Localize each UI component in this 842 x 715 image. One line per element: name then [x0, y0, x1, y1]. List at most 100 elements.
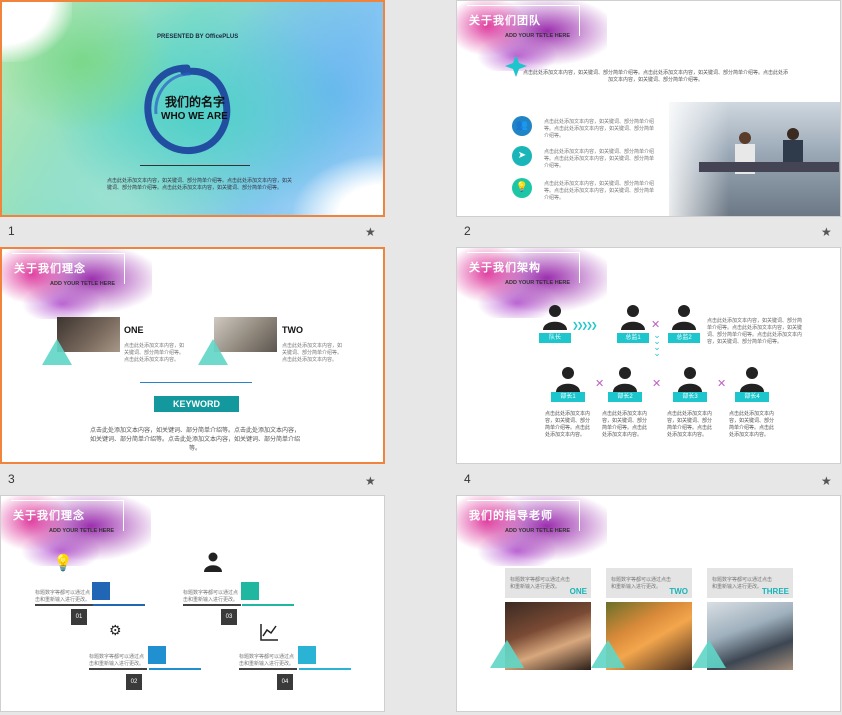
item-text: 标题数字等都可以通过点击和重新输入进行更改。 [239, 654, 295, 667]
slide1-body-text: 点击此处添加文本内容，如关键词、部分简单介绍等。点击此处添加文本内容，如关键词、… [107, 178, 293, 191]
slide-number-1: 1 [8, 224, 15, 238]
title-frame [467, 252, 580, 283]
person-icon [613, 367, 637, 392]
network-icon: ⚙ [109, 622, 122, 638]
office-team-photo [669, 102, 840, 216]
slide2-intro: 点击此处添加文本内容，如关键词、部分简单介绍等。点击此处添加文本内容，如关键词、… [523, 70, 789, 83]
triangle-decoration-icon [591, 640, 625, 668]
color-block [298, 646, 316, 664]
lightbulb-icon: 💡 [53, 555, 73, 572]
slide-thumbnail-4[interactable]: 关于我们架构 ADD YOUR TETLE HERE 队长 ❯❯❯❯❯ 总监1 … [456, 247, 841, 464]
mentor-card-caption: 标题数字等都可以通过点击和重新输入进行更改。 THREE [707, 568, 793, 598]
one-text: 点击此处添加文本内容，如关键词、部分简单介绍等。点击此处添加文本内容。 [124, 343, 185, 363]
star-icon[interactable]: ★ [821, 474, 832, 488]
triangle-decoration-icon [198, 339, 228, 365]
person-icon [204, 552, 222, 572]
feature-item: 👥 点击此处添加文本内容，如关键词、部分简单介绍等。点击此处添加文本内容，如关键… [512, 116, 654, 139]
title-frame [11, 500, 124, 531]
slide-thumbnail-6[interactable]: 我们的指导老师 ADD YOUR TETLE HERE 标题数字等都可以通过点击… [456, 495, 841, 712]
underline-dark [89, 668, 147, 670]
minister-text: 点击此处添加文本内容，如关键词、部分简单介绍等。点击此处添加文本内容。 [545, 411, 591, 438]
person-icon [678, 367, 702, 392]
card-label: THREE [761, 587, 789, 596]
two-label: TWO [282, 325, 303, 335]
slide-number-2: 2 [464, 224, 471, 238]
feature-text: 点击此处添加文本内容，如关键词、部分简单介绍等。点击此处添加文本内容，如关键词、… [544, 149, 655, 169]
leader-tag: 队长 [539, 333, 571, 343]
slide3-body-text: 点击此处添加文本内容，如关键词、部分简单介绍等。点击此处添加文本内容，如关键词、… [90, 428, 301, 452]
keyword-divider [140, 382, 252, 383]
card-text: 标题数字等都可以通过点击和重新输入进行更改。 [611, 577, 672, 590]
underline-dark [239, 668, 297, 670]
presented-by-text: PRESENTED BY OfficePLUS [157, 34, 239, 40]
director-tag: 总监2 [668, 333, 700, 343]
brush-circle-icon [144, 64, 231, 155]
minister-text: 点击此处添加文本内容，如关键词、部分简单介绍等。点击此处添加文本内容。 [667, 411, 713, 438]
slide-thumbnail-2[interactable]: 关于我们团队 ADD YOUR TETLE HERE 点击此处添加文本内容，如关… [456, 0, 841, 217]
item-text: 标题数字等都可以通过点击和重新输入进行更改。 [89, 654, 145, 667]
color-block [241, 582, 259, 600]
number-badge: 02 [126, 674, 142, 690]
number-badge: 04 [277, 674, 293, 690]
title-frame [467, 5, 580, 36]
slide-thumbnail-5[interactable]: 关于我们理念 ADD YOUR TETLE HERE 💡 标题数字等都可以通过点… [0, 495, 385, 712]
underline-color [93, 604, 145, 606]
chart-icon [259, 622, 279, 642]
number-badge: 03 [221, 609, 237, 625]
card-label: ONE [569, 587, 587, 596]
paper-plane-icon: ➤ [512, 146, 532, 166]
one-label: ONE [124, 325, 144, 335]
minister-text: 点击此处添加文本内容，如关键词、部分简单介绍等。点击此处添加文本内容。 [729, 411, 775, 438]
underline-color [242, 604, 294, 606]
team-icon: 👥 [512, 116, 532, 136]
slide1-title-en: WHO WE ARE [161, 111, 228, 122]
underline-color [299, 668, 351, 670]
person-icon [556, 367, 580, 392]
minister-tag: 部长4 [735, 392, 769, 402]
white-corner-splash [2, 2, 72, 62]
title-frame [12, 253, 125, 284]
feature-item: 💡 点击此处添加文本内容，如关键词、部分简单介绍等。点击此处添加文本内容，如关键… [512, 178, 655, 201]
slide-number-3: 3 [8, 472, 15, 486]
item-text: 标题数字等都可以通过点击和重新输入进行更改。 [183, 590, 239, 603]
color-block [148, 646, 166, 664]
two-text: 点击此处添加文本内容，如关键词、部分简单介绍等。点击此处添加文本内容。 [282, 343, 343, 363]
keyword-badge: KEYWORD [154, 396, 239, 412]
director-tag: 总监1 [617, 333, 649, 343]
star-icon[interactable]: ★ [365, 225, 376, 239]
slide-thumbnail-3[interactable]: 关于我们理念 ADD YOUR TETLE HERE ONE 点击此处添加文本内… [0, 247, 385, 464]
chevron-down-icon: ⌄ ⌄ ⌄ ⌄ [653, 330, 661, 358]
person-icon [621, 305, 645, 330]
slide-number-4: 4 [464, 472, 471, 486]
triangle-decoration-icon [692, 640, 726, 668]
person-icon [672, 305, 696, 330]
slide-thumbnail-1[interactable]: PRESENTED BY OfficePLUS 我们的名字 WHO WE ARE… [0, 0, 385, 217]
minister-tag: 部长2 [608, 392, 642, 402]
cross-connector-icon: ✕ [652, 378, 662, 390]
person-icon [543, 305, 567, 330]
side-text: 点击此处添加文本内容，如关键词、部分简单介绍等。点击此处添加文本内容，如关键词、… [707, 318, 803, 345]
feature-item: ➤ 点击此处添加文本内容，如关键词、部分简单介绍等。点击此处添加文本内容，如关键… [512, 146, 655, 169]
title-frame [467, 500, 580, 531]
underline-color [149, 668, 201, 670]
cross-connector-icon: ✕ [595, 378, 605, 390]
triangle-decoration-icon [42, 339, 72, 365]
person-icon [740, 367, 764, 392]
white-corner-splash [293, 155, 383, 215]
card-text: 标题数字等都可以通过点击和重新输入进行更改。 [510, 577, 571, 590]
slide1-title-cn: 我们的名字 [165, 95, 226, 109]
cross-connector-icon: ✕ [717, 378, 727, 390]
underline-dark [35, 604, 93, 606]
minister-tag: 部长3 [673, 392, 707, 402]
minister-text: 点击此处添加文本内容，如关键词、部分简单介绍等。点击此处添加文本内容。 [602, 411, 648, 438]
card-label: TWO [669, 587, 688, 596]
underline-dark [183, 604, 241, 606]
mentor-card-caption: 标题数字等都可以通过点击和重新输入进行更改。 ONE [505, 568, 591, 598]
divider-line [140, 165, 250, 166]
item-text: 标题数字等都可以通过点击和重新输入进行更改。 [35, 590, 91, 603]
star-icon[interactable]: ★ [365, 474, 376, 488]
color-block [92, 582, 110, 600]
feature-text: 点击此处添加文本内容，如关键词、部分简单介绍等。点击此处添加文本内容，如关键词、… [544, 181, 655, 201]
chevron-connector-icon: ❯❯❯❯❯ [572, 321, 597, 330]
star-icon[interactable]: ★ [821, 225, 832, 239]
